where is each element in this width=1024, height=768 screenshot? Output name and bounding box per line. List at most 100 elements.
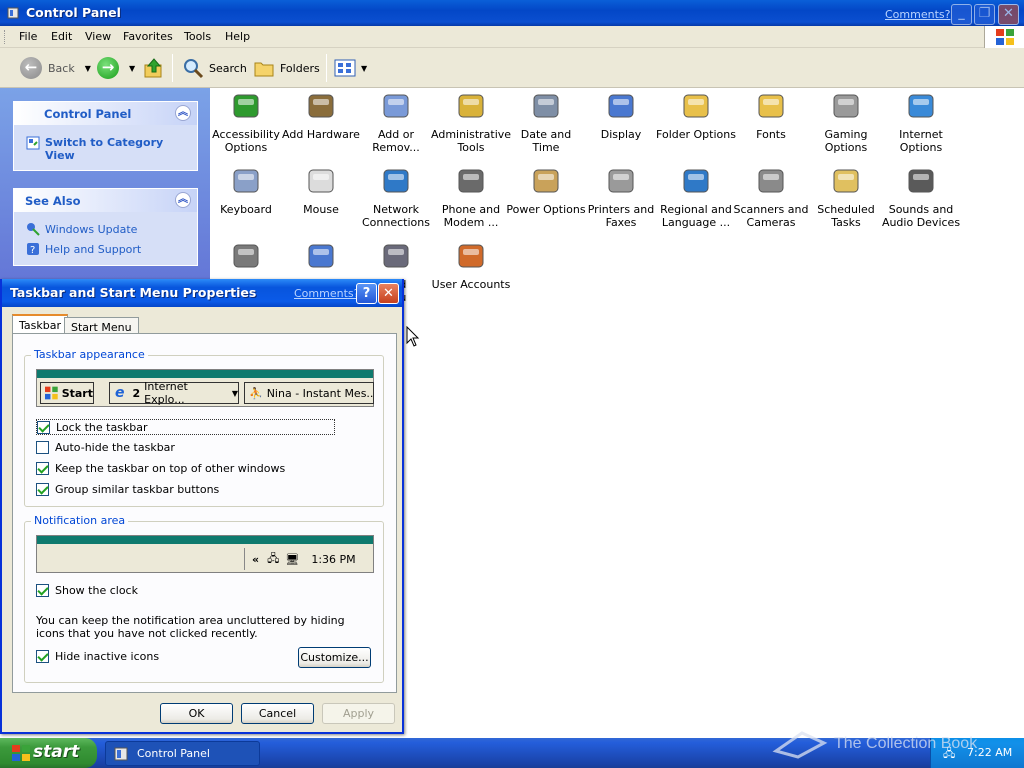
icon-label-line: Tasks	[831, 216, 861, 229]
cp-icon-regional-language[interactable]: Regional and Language ...	[656, 165, 736, 229]
icon-label-line: Cameras	[746, 216, 796, 229]
menu-grip	[4, 30, 7, 44]
cp-icon-mouse[interactable]: Mouse	[281, 165, 361, 216]
cp-icon-network-connections[interactable]: Network Connections	[356, 165, 436, 229]
folder-options-icon	[680, 90, 712, 122]
collapse-chevron-icon[interactable]: ︽	[175, 105, 191, 121]
cp-icon-scanners-cameras[interactable]: Scanners and Cameras	[731, 165, 811, 229]
help-support-link[interactable]: ? Help and Support	[26, 242, 141, 256]
category-view-icon	[26, 136, 40, 150]
task-pane: Control Panel ︽ Switch to Category View …	[0, 88, 210, 288]
ie-icon: e	[115, 385, 125, 401]
icon-label-line: Accessibility	[212, 128, 280, 141]
minimize-button[interactable]: _	[951, 4, 972, 25]
close-button[interactable]: ✕	[998, 4, 1019, 25]
dropdown-arrow-icon[interactable]: ▼	[361, 64, 367, 73]
lock-taskbar-checkbox[interactable]: Lock the taskbar	[36, 419, 335, 435]
windows-update-link[interactable]: Windows Update	[26, 222, 137, 236]
cp-icon-internet-options[interactable]: Internet Options	[881, 90, 961, 154]
menu-help[interactable]: Help	[225, 30, 250, 43]
cp-icon-add-remove-programs[interactable]: Add or Remov...	[356, 90, 436, 154]
cp-icon-keyboard[interactable]: Keyboard	[206, 165, 286, 216]
tray-monitor-icon: 🖥	[285, 552, 300, 566]
menu-edit[interactable]: Edit	[51, 30, 72, 43]
cp-icon-phone-modem[interactable]: Phone and Modem ...	[431, 165, 511, 229]
cp-icon-system[interactable]	[281, 240, 361, 278]
checkbox-box[interactable]	[36, 483, 49, 496]
restore-button[interactable]: ❐	[974, 4, 995, 25]
scanners-cameras-icon	[755, 165, 787, 197]
start-button[interactable]: start	[0, 738, 97, 768]
dropdown-arrow-icon[interactable]: ▼	[129, 64, 135, 73]
menu-tools[interactable]: Tools	[184, 30, 211, 43]
customize-button[interactable]: Customize...	[298, 647, 371, 668]
cp-icon-printers-faxes[interactable]: Printers and Faxes	[581, 165, 661, 229]
icon-label-line: Options	[224, 141, 268, 154]
cp-icon-display[interactable]: Display	[581, 90, 661, 141]
mouse-cursor-icon	[406, 326, 420, 347]
auto-hide-checkbox[interactable]: Auto-hide the taskbar	[36, 441, 175, 454]
cp-icon-fonts[interactable]: Fonts	[731, 90, 811, 141]
keep-on-top-checkbox[interactable]: Keep the taskbar on top of other windows	[36, 462, 285, 475]
menu-view[interactable]: View	[85, 30, 111, 43]
panel-header[interactable]: Control Panel ︽	[14, 102, 197, 125]
panel-header[interactable]: See Also ︽	[14, 189, 197, 212]
notification-preview: « 🖧 🖥 1:36 PM	[36, 535, 374, 573]
add-hardware-icon	[305, 90, 337, 122]
mouse-icon	[305, 165, 337, 197]
switch-category-view-link[interactable]: Switch to Category View	[26, 136, 176, 162]
up-folder-button[interactable]	[143, 57, 165, 79]
ok-button[interactable]: OK	[160, 703, 233, 724]
checkbox-label: Lock the taskbar	[56, 420, 148, 434]
window-title: Control Panel	[26, 5, 121, 20]
icon-label-line: Phone and	[441, 203, 501, 216]
cp-icon-folder-options[interactable]: Folder Options	[656, 90, 736, 141]
dialog-close-button[interactable]: ✕	[378, 283, 399, 304]
hide-inactive-checkbox[interactable]: Hide inactive icons	[36, 650, 159, 663]
dialog-comments-link[interactable]: Comments?	[294, 287, 359, 300]
preview-start-button: Start	[40, 382, 94, 404]
cp-icon-power-options[interactable]: Power Options	[506, 165, 586, 216]
folders-button[interactable]: Folders	[253, 57, 320, 79]
cp-icon-user-accounts[interactable]: User Accounts	[431, 240, 511, 291]
checkbox-box[interactable]	[36, 584, 49, 597]
tab-taskbar[interactable]: Taskbar	[12, 314, 68, 335]
see-also-title: See Also	[25, 194, 81, 208]
up-folder-icon	[144, 58, 162, 78]
preview-clock: 1:36 PM	[311, 552, 356, 566]
checkbox-box[interactable]	[36, 441, 49, 454]
checkbox-box[interactable]	[36, 650, 49, 663]
menu-file[interactable]: File	[19, 30, 37, 43]
checkbox-box[interactable]	[37, 420, 50, 434]
cp-icon-administrative-tools[interactable]: Administrative Tools	[431, 90, 511, 154]
icon-label-line: Administrative	[431, 128, 512, 141]
preview-start-label: Start	[61, 386, 93, 400]
cp-icon-date-time[interactable]: Date and Time	[506, 90, 586, 154]
dropdown-arrow-icon[interactable]: ▼	[85, 64, 91, 73]
views-button[interactable]: ▼	[334, 57, 367, 79]
cp-icon-speech[interactable]	[206, 240, 286, 278]
group-buttons-checkbox[interactable]: Group similar taskbar buttons	[36, 483, 219, 496]
comments-link[interactable]: Comments?	[885, 8, 950, 21]
preview-ie-group-button: e 2 Internet Explo... ▼	[109, 380, 239, 406]
collapse-chevron-icon[interactable]: ︽	[175, 192, 191, 208]
cp-icon-sounds-audio[interactable]: Sounds and Audio Devices	[881, 165, 961, 229]
cp-icon-accessibility[interactable]: Accessibility Options	[206, 90, 286, 154]
back-button[interactable]: ← Back ▼	[20, 57, 91, 79]
search-button[interactable]: Search	[182, 57, 247, 79]
cancel-button[interactable]: Cancel	[241, 703, 314, 724]
cp-icon-gaming-options[interactable]: Gaming Options	[806, 90, 886, 154]
checkbox-box[interactable]	[36, 462, 49, 475]
show-clock-checkbox[interactable]: Show the clock	[36, 584, 138, 597]
icon-label-line: Modem ...	[443, 216, 499, 229]
cp-icon-add-hardware[interactable]: Add Hardware	[281, 90, 361, 141]
help-button[interactable]: ?	[356, 283, 377, 304]
forward-button[interactable]: → ▼	[97, 57, 135, 79]
menu-favorites[interactable]: Favorites	[123, 30, 173, 43]
cp-icon-scheduled-tasks[interactable]: Scheduled Tasks	[806, 165, 886, 229]
taskbar-start-menu-icon	[380, 240, 412, 272]
apply-button[interactable]: Apply	[322, 703, 395, 724]
windows-update-label: Windows Update	[45, 222, 138, 236]
icon-label-line: Language ...	[661, 216, 731, 229]
taskbar-item-control-panel[interactable]: Control Panel	[105, 741, 260, 766]
